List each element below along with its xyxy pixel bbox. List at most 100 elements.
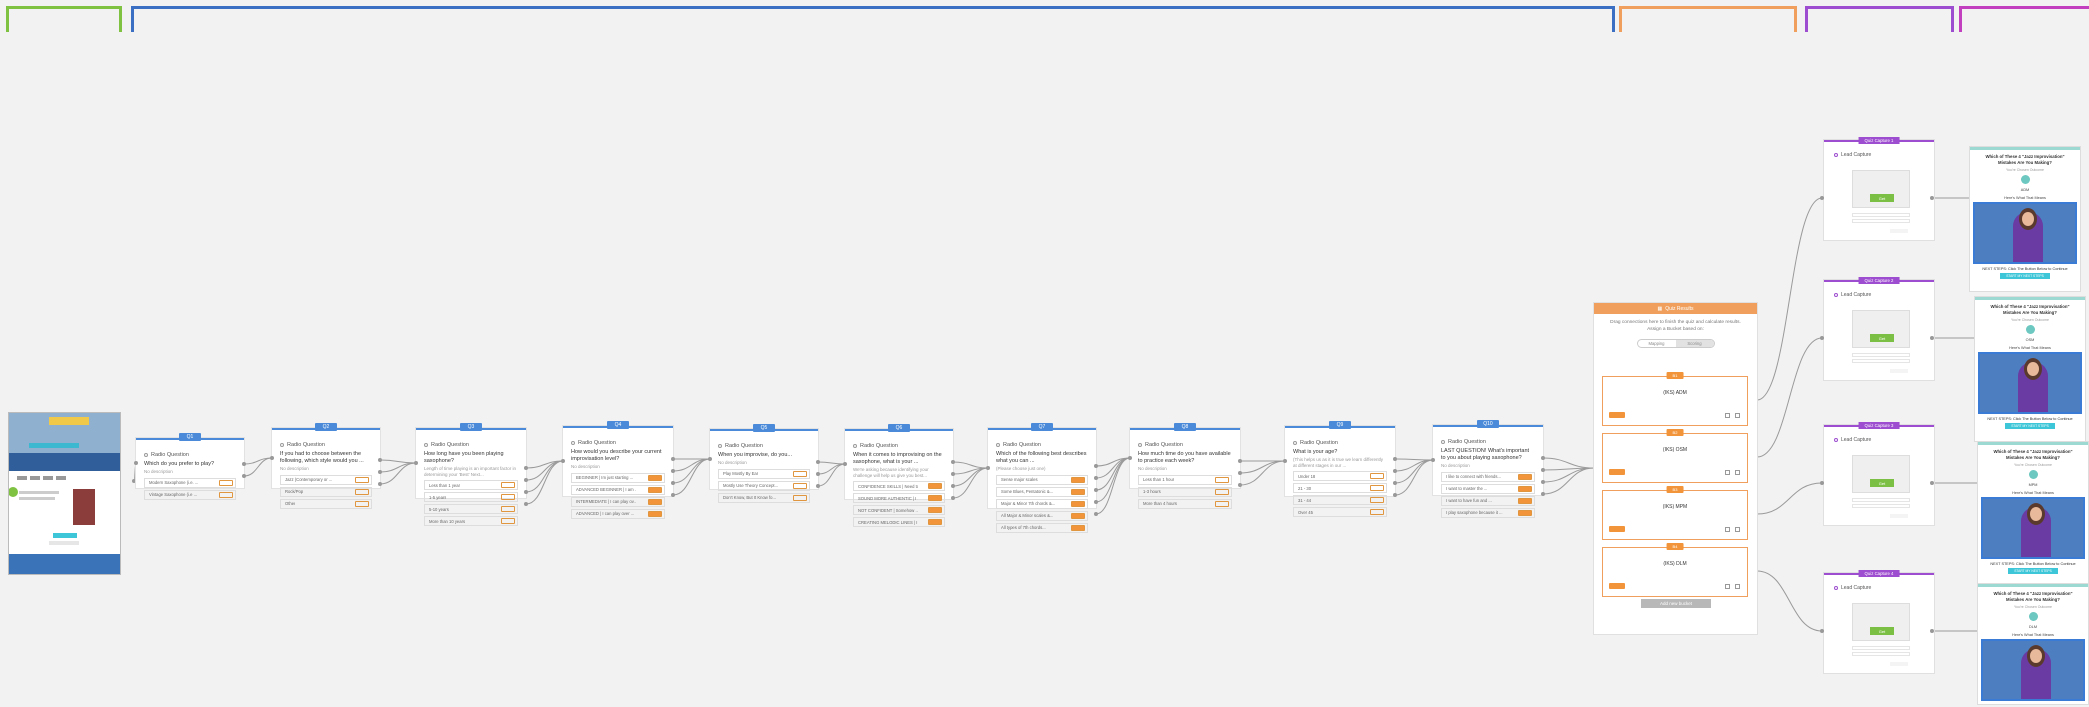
- result-page-4[interactable]: Which of These 4 "Jazz Improvisation" Mi…: [1978, 584, 2088, 704]
- bucket-map-icon[interactable]: [1215, 500, 1229, 507]
- bucket-map-icon[interactable]: [648, 510, 662, 517]
- answer-output-port[interactable]: [816, 484, 820, 488]
- answer-output-port[interactable]: [1393, 469, 1397, 473]
- mapping-option[interactable]: Mapping: [1638, 340, 1676, 347]
- answer-output-port[interactable]: [816, 460, 820, 464]
- answer-output-port[interactable]: [1094, 488, 1098, 492]
- answer-output-port[interactable]: [671, 481, 675, 485]
- answer-option[interactable]: I like to connect with friends...: [1441, 471, 1535, 482]
- trash-icon[interactable]: [1735, 584, 1740, 589]
- answer-option[interactable]: ADVANCED BEGINNER | I am ...: [571, 484, 665, 495]
- question-card-4[interactable]: Q4 Radio Question How would you describe…: [563, 421, 673, 519]
- lead-port[interactable]: [1820, 629, 1824, 633]
- trash-icon[interactable]: [1735, 470, 1740, 475]
- bucket-map-icon[interactable]: [928, 495, 942, 501]
- lead-submit-button[interactable]: Get: [1870, 194, 1894, 202]
- answer-output-port[interactable]: [524, 502, 528, 506]
- answer-output-port[interactable]: [1238, 483, 1242, 487]
- bucket-map-icon[interactable]: [219, 479, 233, 486]
- bucket-map-icon[interactable]: [501, 518, 515, 524]
- trash-icon[interactable]: [1735, 527, 1740, 532]
- bucket-map-icon[interactable]: [1370, 509, 1384, 515]
- answer-option[interactable]: I want to master the ...: [1441, 483, 1535, 494]
- question-card-1[interactable]: Q1 Radio Question Which do you prefer to…: [136, 433, 244, 500]
- lead-capture-card-4[interactable]: Quiz Capture 4 Lead Capture Get: [1824, 570, 1934, 673]
- question-input-port[interactable]: [708, 457, 712, 461]
- answer-option[interactable]: 1-5 years: [424, 492, 518, 502]
- bucket-map-icon[interactable]: [1370, 497, 1384, 503]
- answer-option[interactable]: INTERMEDIATE | I can play ov...: [571, 496, 665, 507]
- answer-output-port[interactable]: [1541, 468, 1545, 472]
- bucket-map-icon[interactable]: [1518, 473, 1532, 480]
- answer-option[interactable]: Other: [280, 498, 372, 509]
- answer-option[interactable]: BEGINNER | Im just starting ...: [571, 472, 665, 483]
- add-bucket-button[interactable]: Add new bucket: [1641, 599, 1711, 608]
- answer-output-port[interactable]: [816, 472, 820, 476]
- bucket-map-icon[interactable]: [648, 474, 662, 481]
- question-input-port[interactable]: [414, 461, 418, 465]
- answer-output-port[interactable]: [1541, 492, 1545, 496]
- answer-option[interactable]: Don't Know, But It Know fo...: [718, 492, 810, 503]
- answer-option[interactable]: Less than 1 hour: [1138, 474, 1232, 485]
- answer-output-port[interactable]: [524, 490, 528, 494]
- copy-icon[interactable]: [1725, 584, 1730, 589]
- lead-port[interactable]: [1930, 336, 1934, 340]
- result-video-thumbnail[interactable]: [1981, 639, 2085, 701]
- question-input-port[interactable]: [843, 462, 847, 466]
- answer-option[interactable]: NOT CONFIDENT | Somehow ...: [853, 505, 945, 515]
- answer-output-port[interactable]: [242, 462, 246, 466]
- answer-output-port[interactable]: [1393, 493, 1397, 497]
- copy-icon[interactable]: [1725, 527, 1730, 532]
- answer-option[interactable]: 1-3 hours: [1138, 486, 1232, 497]
- answer-option[interactable]: Over 45: [1293, 507, 1387, 517]
- answer-option[interactable]: 5-10 years: [424, 504, 518, 514]
- bucket-map-icon[interactable]: [1071, 524, 1085, 531]
- funnel-canvas[interactable]: Q1 Radio Question Which do you prefer to…: [0, 0, 2089, 707]
- bucket-map-icon[interactable]: [501, 482, 515, 488]
- answer-option[interactable]: More than 4 hours: [1138, 498, 1232, 509]
- answer-option[interactable]: Modern Saxophone (i.e. ...: [144, 477, 236, 488]
- answer-output-port[interactable]: [671, 469, 675, 473]
- answer-option[interactable]: Major & Minor 7th chords &...: [996, 498, 1088, 509]
- answer-output-port[interactable]: [951, 472, 955, 476]
- answer-option[interactable]: Jazz (Contemporary or ...: [280, 474, 372, 485]
- bucket-card-1[interactable]: B1 (IKS) ADM: [1602, 372, 1748, 426]
- bucket-map-icon[interactable]: [648, 498, 662, 505]
- bucket-card-2[interactable]: B2 (IKS) OSM: [1602, 429, 1748, 483]
- result-page-1[interactable]: Which of These 4 "Jazz Improvisation" Mi…: [1970, 147, 2080, 291]
- bucket-map-icon[interactable]: [648, 486, 662, 493]
- result-page-3[interactable]: Which of These 4 "Jazz Improvisation" Mi…: [1978, 442, 2088, 586]
- answer-option[interactable]: All Major & Minor scales &...: [996, 510, 1088, 521]
- answer-option[interactable]: Less than 1 year: [424, 480, 518, 490]
- answer-output-port[interactable]: [1238, 459, 1242, 463]
- result-video-thumbnail[interactable]: [1973, 202, 2077, 264]
- answer-output-port[interactable]: [951, 484, 955, 488]
- question-card-2[interactable]: Q2 Radio Question If you had to choose b…: [272, 423, 380, 509]
- bucket-map-icon[interactable]: [928, 483, 942, 489]
- lead-capture-card-1[interactable]: Quiz Capture 1 Lead Capture Get: [1824, 137, 1934, 240]
- answer-output-port[interactable]: [1094, 500, 1098, 504]
- answer-option[interactable]: Some Blues, Pentatonic &...: [996, 486, 1088, 497]
- bucket-map-icon[interactable]: [1071, 500, 1085, 507]
- bucket-map-icon[interactable]: [1071, 476, 1085, 483]
- question-input-port[interactable]: [134, 461, 138, 465]
- bucket-map-icon[interactable]: [1518, 485, 1532, 492]
- question-card-9[interactable]: Q9 Radio Question What is your age? (Thi…: [1285, 421, 1395, 517]
- bucket-map-icon[interactable]: [355, 500, 369, 507]
- bucket-map-icon[interactable]: [501, 494, 515, 500]
- bucket-map-icon[interactable]: [793, 470, 807, 477]
- question-card-6[interactable]: Q6 Radio Question When it comes to impro…: [845, 424, 953, 527]
- answer-option[interactable]: CREATING MELODIC LINES | I ...: [853, 517, 945, 527]
- answer-option[interactable]: 21 - 30: [1293, 483, 1387, 493]
- answer-output-port[interactable]: [951, 496, 955, 500]
- answer-output-port[interactable]: [671, 493, 675, 497]
- answer-option[interactable]: Mostly Use Theory Concept...: [718, 480, 810, 491]
- answer-output-port[interactable]: [524, 466, 528, 470]
- copy-icon[interactable]: [1725, 470, 1730, 475]
- lead-port[interactable]: [1930, 481, 1934, 485]
- answer-option[interactable]: Sense major scales: [996, 474, 1088, 485]
- bucket-map-icon[interactable]: [1215, 488, 1229, 495]
- answer-option[interactable]: Under 18: [1293, 471, 1387, 481]
- answer-option[interactable]: Rock/Pop: [280, 486, 372, 497]
- answer-output-port[interactable]: [1094, 512, 1098, 516]
